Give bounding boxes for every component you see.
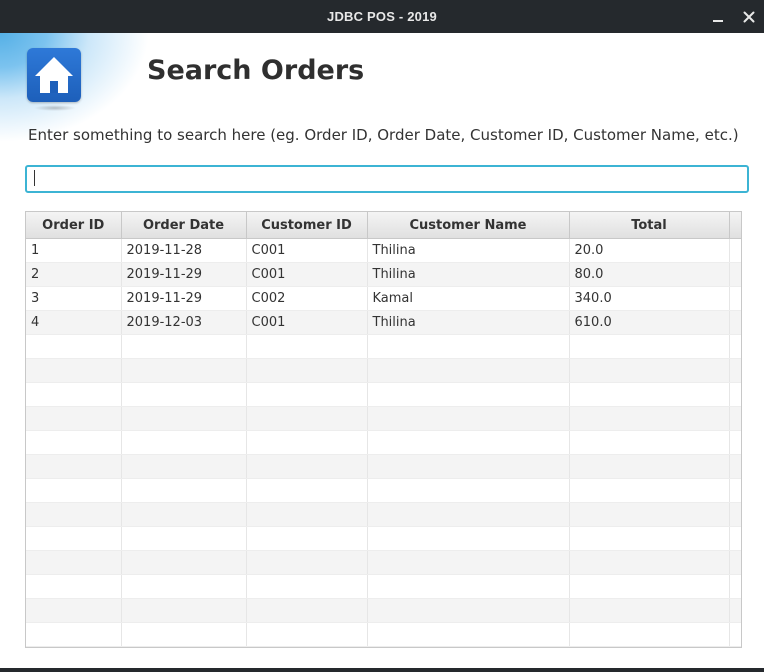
cell-total: 610.0 xyxy=(569,310,730,335)
cell-order-date: 2019-11-29 xyxy=(121,262,247,287)
empty-table-row xyxy=(26,454,741,479)
empty-table-row xyxy=(26,358,741,383)
cell-customer-name: Kamal xyxy=(367,286,570,311)
empty-table-row xyxy=(26,430,741,455)
empty-table-row xyxy=(26,550,741,575)
column-header-customer-id[interactable]: Customer ID xyxy=(246,212,368,239)
minimize-icon xyxy=(713,19,723,22)
cell-filler xyxy=(729,286,741,311)
empty-table-row xyxy=(26,406,741,431)
search-label: Enter something to search here (eg. Orde… xyxy=(28,126,739,144)
home-icon xyxy=(35,57,73,93)
column-header-order-id[interactable]: Order ID xyxy=(26,212,122,239)
empty-table-row xyxy=(26,598,741,623)
column-header-customer-name[interactable]: Customer Name xyxy=(367,212,570,239)
orders-table: Order ID Order Date Customer ID Customer… xyxy=(25,211,742,648)
cell-order-date: 2019-11-28 xyxy=(121,238,247,263)
table-row[interactable]: 4 2019-12-03 C001 Thilina 610.0 xyxy=(26,310,741,335)
cell-customer-id: C002 xyxy=(246,286,368,311)
cell-order-id: 3 xyxy=(26,286,122,311)
cell-total: 80.0 xyxy=(569,262,730,287)
empty-table-row xyxy=(26,382,741,407)
table-row[interactable]: 2 2019-11-29 C001 Thilina 80.0 xyxy=(26,262,741,287)
table-row[interactable]: 1 2019-11-28 C001 Thilina 20.0 xyxy=(26,238,741,263)
table-row[interactable]: 3 2019-11-29 C002 Kamal 340.0 xyxy=(26,286,741,311)
empty-table-row xyxy=(26,334,741,359)
cell-total: 20.0 xyxy=(569,238,730,263)
cell-customer-id: C001 xyxy=(246,310,368,335)
empty-table-row xyxy=(26,574,741,599)
cell-customer-name: Thilina xyxy=(367,238,570,263)
cell-total: 340.0 xyxy=(569,286,730,311)
cell-order-date: 2019-12-03 xyxy=(121,310,247,335)
home-button[interactable] xyxy=(27,48,81,102)
cell-filler xyxy=(729,262,741,287)
search-input[interactable] xyxy=(25,165,749,193)
cell-filler xyxy=(729,310,741,335)
window-title: JDBC POS - 2019 xyxy=(327,9,437,24)
close-icon xyxy=(743,11,755,22)
window-bottom-border xyxy=(0,668,764,672)
table-header-row: Order ID Order Date Customer ID Customer… xyxy=(26,212,741,239)
page-title: Search Orders xyxy=(147,55,365,86)
cell-customer-name: Thilina xyxy=(367,310,570,335)
empty-table-row xyxy=(26,502,741,527)
main-panel: Search Orders Enter something to search … xyxy=(0,33,764,668)
cell-customer-name: Thilina xyxy=(367,262,570,287)
cell-filler xyxy=(729,238,741,263)
close-button[interactable] xyxy=(737,0,761,33)
cell-order-id: 4 xyxy=(26,310,122,335)
empty-table-row xyxy=(26,478,741,503)
empty-table-row xyxy=(26,526,741,551)
home-button-shadow xyxy=(34,105,76,111)
column-header-order-date[interactable]: Order Date xyxy=(121,212,247,239)
cell-order-id: 1 xyxy=(26,238,122,263)
cell-order-id: 2 xyxy=(26,262,122,287)
text-caret xyxy=(34,170,35,186)
cell-order-date: 2019-11-29 xyxy=(121,286,247,311)
column-header-filler xyxy=(729,212,741,239)
column-header-total[interactable]: Total xyxy=(569,212,730,239)
cell-customer-id: C001 xyxy=(246,238,368,263)
minimize-button[interactable] xyxy=(706,0,730,33)
title-bar: JDBC POS - 2019 xyxy=(0,0,764,33)
empty-table-row xyxy=(26,622,741,647)
cell-customer-id: C001 xyxy=(246,262,368,287)
